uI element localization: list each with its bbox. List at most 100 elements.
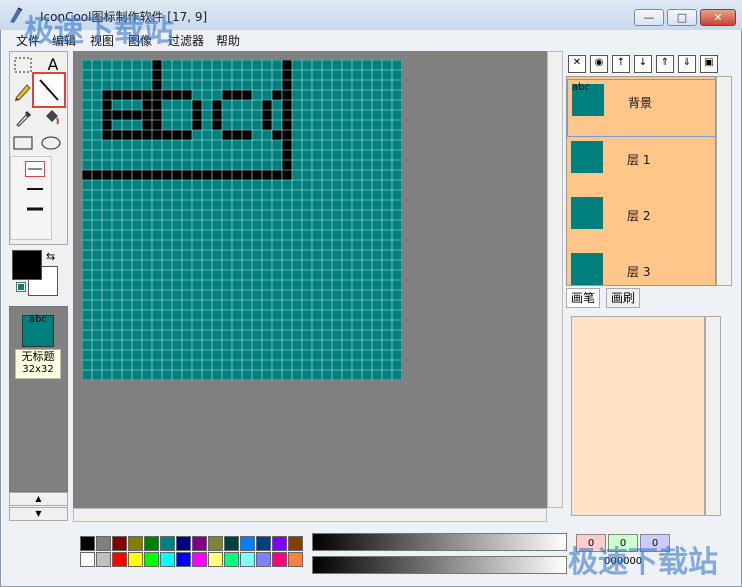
drawn-pixel <box>122 130 132 140</box>
watermark-bottom: 极速下载站 <box>568 545 718 580</box>
drawn-pixel <box>152 80 162 90</box>
color-swatch[interactable] <box>128 536 143 551</box>
canvas-vertical-scrollbar[interactable] <box>547 51 563 508</box>
eyedropper-icon[interactable] <box>12 106 38 128</box>
transparent-color-swatch[interactable] <box>16 282 26 292</box>
drawn-pixel <box>162 130 172 140</box>
move-layer-down-icon[interactable]: ↓ <box>634 55 652 73</box>
color-swatch[interactable] <box>240 552 255 567</box>
color-swatch[interactable] <box>288 552 303 567</box>
gradient-slider-bottom[interactable] <box>312 556 567 574</box>
stroke-width-2[interactable] <box>25 183 45 193</box>
color-swatch[interactable] <box>160 552 175 567</box>
color-swatch[interactable] <box>256 536 271 551</box>
layer-thumb <box>571 197 603 229</box>
canvas-horizontal-scrollbar[interactable] <box>73 508 547 522</box>
brush-panel <box>571 316 705 516</box>
color-swatch[interactable] <box>240 536 255 551</box>
color-swatch[interactable] <box>112 536 127 551</box>
maximize-button[interactable]: □ <box>667 9 697 26</box>
drawn-pixel <box>212 110 222 120</box>
drawn-pixel <box>122 170 132 180</box>
color-swatch[interactable] <box>80 552 95 567</box>
drawn-pixel <box>282 140 292 150</box>
layers-panel: abc 背景 层 1 层 2 层 3 <box>566 76 716 286</box>
line-tool-button[interactable] <box>32 72 66 108</box>
drawn-pixel <box>172 130 182 140</box>
color-swatch[interactable] <box>224 552 239 567</box>
color-swatch[interactable] <box>192 552 207 567</box>
gradient-slider-top[interactable] <box>312 533 567 551</box>
color-swatch[interactable] <box>96 536 111 551</box>
color-swatch[interactable] <box>128 552 143 567</box>
drawn-pixel <box>222 130 232 140</box>
drawn-pixel <box>142 110 152 120</box>
swap-colors-icon[interactable]: ⇆ <box>46 250 55 263</box>
minimize-button[interactable]: — <box>634 9 664 26</box>
delete-layer-icon[interactable]: ✕ <box>568 55 586 73</box>
color-swatch[interactable] <box>80 536 95 551</box>
color-swatch[interactable] <box>192 536 207 551</box>
layer-row-2[interactable]: 层 2 <box>567 193 715 249</box>
tab-brush[interactable]: 画刷 <box>606 288 641 308</box>
layer-thumb-text: abc <box>572 82 590 93</box>
color-swatch[interactable] <box>224 536 239 551</box>
drawn-pixel <box>102 90 112 100</box>
color-swatch[interactable] <box>176 552 191 567</box>
color-swatch[interactable] <box>176 536 191 551</box>
merge-down-icon[interactable]: ⇓ <box>678 55 696 73</box>
document-size: 32x32 <box>22 364 54 375</box>
color-swatch[interactable] <box>112 552 127 567</box>
drawn-pixel <box>242 130 252 140</box>
layer-row-3[interactable]: 层 3 <box>567 249 715 285</box>
drawn-pixel <box>102 130 112 140</box>
color-swatch[interactable] <box>144 552 159 567</box>
drawn-pixel <box>152 110 162 120</box>
layers-scrollbar[interactable] <box>716 76 732 286</box>
merge-up-icon[interactable]: ⇑ <box>656 55 674 73</box>
color-swatch[interactable] <box>288 536 303 551</box>
ellipse-icon[interactable] <box>40 132 66 154</box>
color-swatch[interactable] <box>208 536 223 551</box>
color-swatch[interactable] <box>272 552 287 567</box>
image-list-scroll-up[interactable]: ▲ <box>9 492 68 506</box>
stroke-width-1[interactable] <box>25 161 45 177</box>
drawn-pixel <box>212 170 222 180</box>
drawn-pixel <box>152 120 162 130</box>
drawn-pixel <box>242 170 252 180</box>
color-swatch[interactable] <box>256 552 271 567</box>
color-swatch[interactable] <box>208 552 223 567</box>
drawn-pixel <box>102 110 112 120</box>
drawn-pixel <box>132 170 142 180</box>
watermark-top: 极速下载站 <box>24 14 174 49</box>
color-swatch[interactable] <box>272 536 287 551</box>
layer-row-background[interactable]: abc 背景 <box>567 79 715 137</box>
rectangle-icon[interactable] <box>12 132 38 154</box>
brush-panel-scrollbar[interactable] <box>705 316 721 516</box>
drawn-pixel <box>102 120 112 130</box>
fill-bucket-icon[interactable] <box>40 106 66 128</box>
pixel-canvas[interactable] <box>82 60 402 380</box>
drawn-pixel <box>282 70 292 80</box>
foreground-color-swatch[interactable] <box>12 250 42 280</box>
image-list-scroll-down[interactable]: ▼ <box>9 507 68 521</box>
drawn-pixel <box>142 130 152 140</box>
drawn-pixel <box>282 90 292 100</box>
layer-properties-icon[interactable]: ▣ <box>700 55 718 73</box>
drawn-pixel <box>282 100 292 110</box>
drawn-pixel <box>202 170 212 180</box>
close-button[interactable]: ✕ <box>700 9 736 26</box>
menu-help[interactable]: 帮助 <box>216 32 240 49</box>
drawn-pixel <box>142 90 152 100</box>
stroke-width-3[interactable] <box>25 203 45 213</box>
move-layer-up-icon[interactable]: ↑ <box>612 55 630 73</box>
color-swatch[interactable] <box>96 552 111 567</box>
drawn-pixel <box>242 90 252 100</box>
tab-pen[interactable]: 画笔 <box>566 288 601 308</box>
color-swatch[interactable] <box>144 536 159 551</box>
visibility-eye-icon[interactable]: ◉ <box>590 55 608 73</box>
drawn-pixel <box>262 170 272 180</box>
layer-row-1[interactable]: 层 1 <box>567 137 715 193</box>
drawn-pixel <box>212 100 222 110</box>
color-swatch[interactable] <box>160 536 175 551</box>
